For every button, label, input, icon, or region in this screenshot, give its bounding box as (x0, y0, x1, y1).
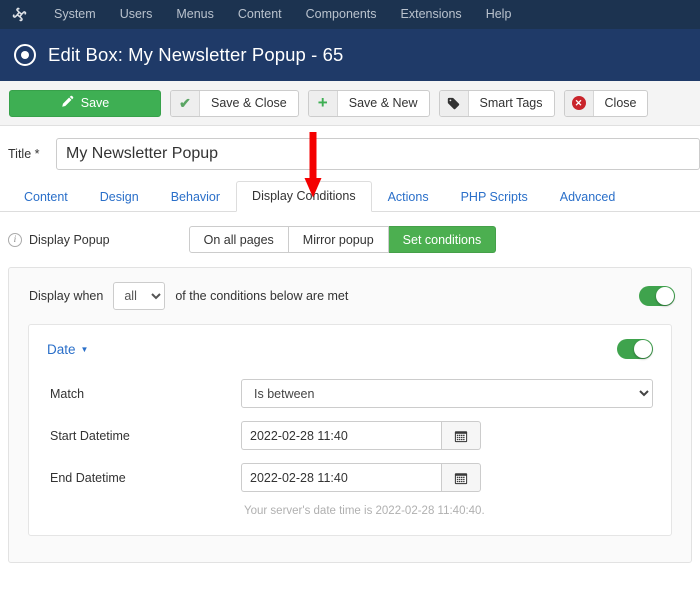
page-header: Edit Box: My Newsletter Popup - 65 (0, 29, 700, 81)
end-datetime-field-row: End Datetime (47, 463, 653, 492)
condition-card-toggle[interactable] (617, 339, 653, 359)
smart-tags-button-label: Smart Tags (479, 96, 543, 110)
display-popup-label: Display Popup (29, 232, 110, 247)
calendar-icon (454, 472, 468, 484)
close-circle-icon: ✕ (564, 90, 594, 116)
title-row: Title * (0, 126, 700, 182)
end-datetime-label: End Datetime (50, 470, 126, 485)
display-when-row: Display when all of the conditions below… (9, 268, 691, 324)
admin-menu-item-components[interactable]: Components (294, 0, 389, 29)
server-datetime-note: Your server's date time is 2022-02-28 11… (244, 505, 485, 517)
save-new-button[interactable]: + Save & New (307, 89, 430, 117)
admin-menu-item-extensions[interactable]: Extensions (389, 0, 474, 29)
pencil-square-icon (61, 95, 74, 111)
start-datetime-group (241, 421, 481, 450)
plus-icon: + (308, 90, 338, 116)
tab-php-scripts[interactable]: PHP Scripts (445, 182, 544, 212)
calendar-icon (454, 430, 468, 442)
check-icon: ✔ (171, 90, 200, 116)
match-mode-select[interactable]: all (113, 282, 166, 310)
display-popup-option-on-all-pages[interactable]: On all pages (188, 226, 289, 253)
conditions-panel: Display when all of the conditions below… (8, 267, 692, 563)
info-circle-icon[interactable]: i (8, 232, 22, 247)
tab-display-conditions[interactable]: Display Conditions (236, 181, 372, 212)
display-popup-button-group: On all pages Mirror popup Set conditions (188, 226, 497, 253)
tab-actions[interactable]: Actions (372, 182, 445, 212)
page-title: Edit Box: My Newsletter Popup - 65 (48, 44, 344, 65)
admin-menu-item-help[interactable]: Help (474, 0, 524, 29)
admin-menu-item-system[interactable]: System (42, 0, 108, 29)
tab-advanced[interactable]: Advanced (544, 182, 632, 212)
admin-menu-item-content[interactable]: Content (226, 0, 294, 29)
condition-card-date: Date ▼ Match Is between Start Datetime 2… (28, 324, 672, 536)
tab-bar: Content Design Behavior Display Conditio… (0, 181, 700, 212)
match-select[interactable]: Is between (241, 379, 653, 408)
joomla-logo-icon[interactable] (8, 4, 30, 26)
admin-menu-item-menus[interactable]: Menus (164, 0, 226, 29)
start-datetime-field-row: Start Datetime (47, 421, 653, 450)
close-button[interactable]: ✕ Close (563, 89, 649, 117)
admin-menu-item-users[interactable]: Users (108, 0, 165, 29)
bullseye-icon (14, 44, 36, 66)
condition-card-header: Date ▼ (47, 339, 653, 359)
tab-design[interactable]: Design (84, 182, 155, 212)
save-close-button-label: Save & Close (211, 96, 287, 110)
display-when-suffix-label: of the conditions below are met (175, 289, 349, 303)
start-datetime-input[interactable] (241, 421, 441, 450)
display-popup-row: i Display Popup On all pages Mirror popu… (0, 212, 700, 267)
conditions-master-toggle[interactable] (639, 286, 675, 306)
match-field-row: Match Is between (47, 379, 653, 408)
smart-tags-button[interactable]: Smart Tags (438, 89, 555, 117)
caret-down-icon[interactable]: ▼ (81, 345, 89, 354)
end-datetime-calendar-button[interactable] (441, 463, 481, 492)
save-button[interactable]: Save (9, 89, 161, 117)
save-new-button-label: Save & New (348, 96, 418, 110)
tag-icon (439, 90, 469, 116)
condition-card-title[interactable]: Date (47, 342, 76, 357)
tab-content[interactable]: Content (8, 182, 84, 212)
admin-menu-bar: System Users Menus Content Components Ex… (0, 0, 700, 29)
end-datetime-input[interactable] (241, 463, 441, 492)
display-popup-option-set-conditions[interactable]: Set conditions (388, 226, 497, 253)
start-datetime-calendar-button[interactable] (441, 421, 481, 450)
save-button-label: Save (80, 96, 110, 110)
close-button-label: Close (604, 96, 637, 110)
end-datetime-group (241, 463, 481, 492)
display-when-prefix-label: Display when (29, 289, 104, 303)
title-input[interactable] (56, 138, 700, 170)
save-close-button[interactable]: ✔ Save & Close (170, 89, 299, 117)
title-label: Title * (8, 147, 40, 161)
start-datetime-label: Start Datetime (50, 428, 130, 443)
match-label: Match (50, 386, 85, 401)
tab-behavior[interactable]: Behavior (155, 182, 236, 212)
display-popup-option-mirror-popup[interactable]: Mirror popup (288, 226, 389, 253)
toolbar: Save ✔ Save & Close + Save & New Smart T… (0, 81, 700, 126)
